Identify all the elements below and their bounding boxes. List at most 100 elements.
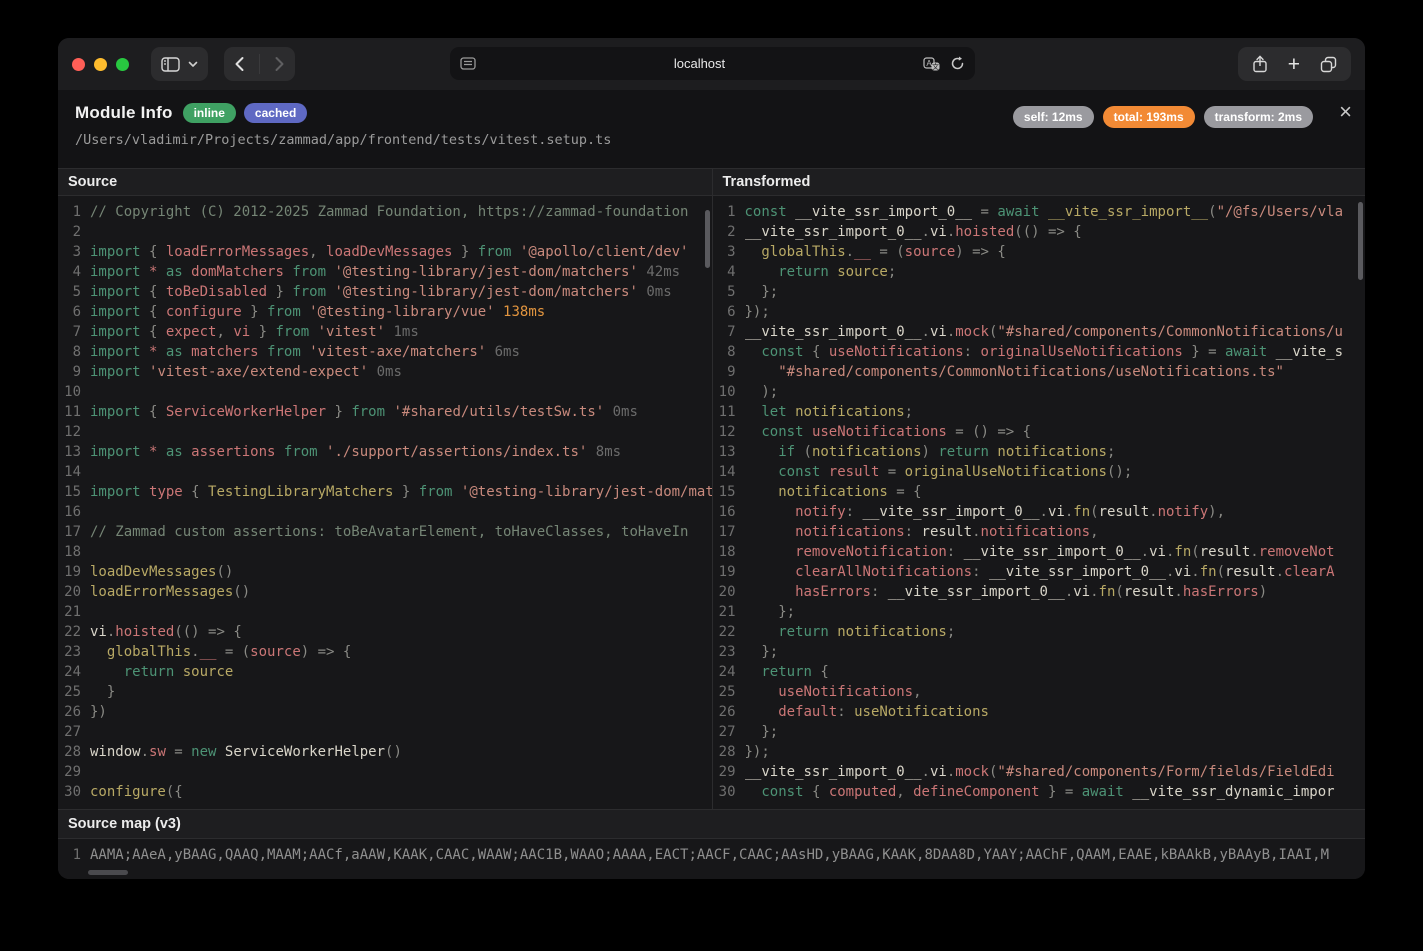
code-line: 20 hasErrors: __vite_ssr_import_0__.vi.f… [713, 582, 1366, 602]
reload-icon [950, 56, 965, 71]
sidebar-icon [161, 57, 180, 72]
transformed-pane-title: Transformed [712, 169, 1366, 195]
back-icon [234, 56, 245, 72]
code-line: 15 notifications = { [713, 482, 1366, 502]
svg-text:文: 文 [932, 62, 939, 71]
module-badge: cached [244, 103, 307, 123]
code-line: 1AAMA;AAeA,yBAAG,QAAQ,MAAM;AACf,aAAW,KAA… [58, 845, 1365, 865]
sidebar-toggle-button[interactable] [151, 47, 208, 81]
code-line: 11 let notifications; [713, 402, 1366, 422]
share-icon [1252, 55, 1268, 73]
code-line: 15import type { TestingLibraryMatchers }… [58, 482, 712, 502]
code-line: 3 globalThis.__ = (source) => { [713, 242, 1366, 262]
sourcemap-header: Source map (v3) [58, 809, 1365, 839]
code-line: 23 }; [713, 642, 1366, 662]
code-line: 22 return notifications; [713, 622, 1366, 642]
code-line: 1// Copyright (C) 2012-2025 Zammad Found… [58, 202, 712, 222]
code-line: 27 }; [713, 722, 1366, 742]
toolbar-right-group: + [1238, 47, 1351, 81]
module-info-header: Module Info inlinecached /Users/vladimir… [58, 90, 1365, 168]
timing-metrics: self: 12mstotal: 193mstransform: 2ms [1013, 106, 1313, 128]
code-line: 22vi.hoisted(() => { [58, 622, 712, 642]
forward-button[interactable] [274, 56, 285, 72]
sourcemap-pane: 1AAMA;AAeA,yBAAG,QAAQ,MAAM;AACf,aAAW,KAA… [58, 839, 1365, 879]
close-panel-button[interactable]: × [1339, 101, 1352, 123]
code-line: 30configure({ [58, 782, 712, 802]
code-line: 25 useNotifications, [713, 682, 1366, 702]
nav-divider [259, 54, 260, 74]
code-line: 14 [58, 462, 712, 482]
new-tab-button[interactable]: + [1288, 54, 1300, 75]
traffic-lights [72, 58, 129, 71]
reader-icon[interactable] [460, 57, 476, 70]
code-line: 14 const result = originalUseNotificatio… [713, 462, 1366, 482]
transformed-vertical-scrollbar[interactable] [1358, 202, 1363, 280]
code-panes: 1// Copyright (C) 2012-2025 Zammad Found… [58, 196, 1365, 809]
code-line: 10 [58, 382, 712, 402]
source-pane-title: Source [58, 169, 712, 195]
metric-pill: self: 12ms [1013, 106, 1094, 128]
code-line: 19 clearAllNotifications: __vite_ssr_imp… [713, 562, 1366, 582]
minimize-window-button[interactable] [94, 58, 107, 71]
code-line: 12 [58, 422, 712, 442]
close-window-button[interactable] [72, 58, 85, 71]
code-line: 18 removeNotification: __vite_ssr_import… [713, 542, 1366, 562]
reload-button[interactable] [950, 56, 965, 71]
tab-overview-icon [1320, 56, 1337, 73]
code-line: 20loadErrorMessages() [58, 582, 712, 602]
code-line: 29__vite_ssr_import_0__.vi.mock("#shared… [713, 762, 1366, 782]
code-line: 26 default: useNotifications [713, 702, 1366, 722]
code-line: 19loadDevMessages() [58, 562, 712, 582]
module-badges: inline cached [183, 103, 308, 123]
code-line: 6import { configure } from '@testing-lib… [58, 302, 712, 322]
zoom-window-button[interactable] [116, 58, 129, 71]
code-line: 12 const useNotifications = () => { [713, 422, 1366, 442]
code-line: 17 notifications: result.notifications, [713, 522, 1366, 542]
metric-pill: transform: 2ms [1204, 106, 1313, 128]
share-button[interactable] [1252, 55, 1268, 73]
page-title: Module Info [75, 103, 173, 123]
back-button[interactable] [234, 56, 245, 72]
code-line: 13 if (notifications) return notificatio… [713, 442, 1366, 462]
code-line: 29 [58, 762, 712, 782]
code-line: 17// Zammad custom assertions: toBeAvata… [58, 522, 712, 542]
module-badge: inline [183, 103, 236, 123]
code-line: 7__vite_ssr_import_0__.vi.mock("#shared/… [713, 322, 1366, 342]
horizontal-scrollbar[interactable] [88, 870, 128, 875]
code-line: 18 [58, 542, 712, 562]
code-line: 16 [58, 502, 712, 522]
code-line: 5import { toBeDisabled } from '@testing-… [58, 282, 712, 302]
code-line: 8 const { useNotifications: originalUseN… [713, 342, 1366, 362]
code-line: 27 [58, 722, 712, 742]
code-line: 13import * as assertions from './support… [58, 442, 712, 462]
browser-window: localhost A 文 [58, 38, 1365, 879]
code-line: 10 ); [713, 382, 1366, 402]
code-line: 8import * as matchers from 'vitest-axe/m… [58, 342, 712, 362]
forward-icon [274, 56, 285, 72]
code-line: 7import { expect, vi } from 'vitest' 1ms [58, 322, 712, 342]
code-line: 28}); [713, 742, 1366, 762]
code-line: 4 return source; [713, 262, 1366, 282]
url-text: localhost [476, 56, 923, 71]
code-line: 1const __vite_ssr_import_0__ = await __v… [713, 202, 1366, 222]
code-line: 2 [58, 222, 712, 242]
source-code-pane: 1// Copyright (C) 2012-2025 Zammad Found… [58, 196, 712, 809]
url-bar[interactable]: localhost A 文 [450, 47, 975, 80]
code-line: 26}) [58, 702, 712, 722]
pane-headers: Source Transformed [58, 168, 1365, 196]
code-line: 28window.sw = new ServiceWorkerHelper() [58, 742, 712, 762]
source-vertical-scrollbar[interactable] [705, 210, 710, 268]
code-line: 9import 'vitest-axe/extend-expect' 0ms [58, 362, 712, 382]
code-line: 23 globalThis.__ = (source) => { [58, 642, 712, 662]
code-line: 4import * as domMatchers from '@testing-… [58, 262, 712, 282]
code-line: 30 const { computed, defineComponent } =… [713, 782, 1366, 802]
transformed-code-pane: 1const __vite_ssr_import_0__ = await __v… [712, 196, 1366, 809]
code-line: 21 }; [713, 602, 1366, 622]
browser-titlebar: localhost A 文 [58, 38, 1365, 90]
chevron-down-icon [188, 61, 198, 68]
translate-icon[interactable]: A 文 [923, 57, 940, 71]
code-line: 24 return { [713, 662, 1366, 682]
code-line: 21 [58, 602, 712, 622]
code-line: 11import { ServiceWorkerHelper } from '#… [58, 402, 712, 422]
tab-overview-button[interactable] [1320, 56, 1337, 73]
